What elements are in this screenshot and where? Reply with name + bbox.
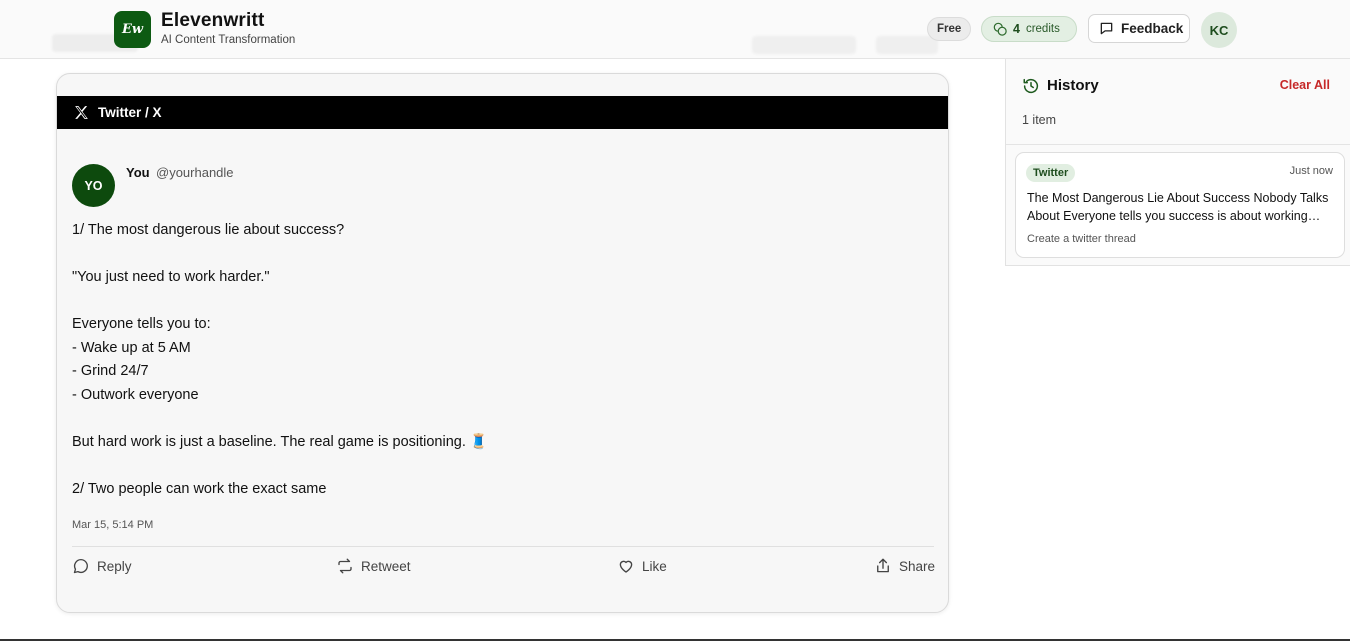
brand-name: Elevenwritt <box>161 10 265 31</box>
retweet-button[interactable]: Retweet <box>336 557 411 575</box>
background-button-placeholder <box>876 36 938 54</box>
history-panel: History Clear All 1 item Twitter Just no… <box>1005 59 1350 266</box>
tweet-author-handle: @yourhandle <box>156 165 234 180</box>
credits-label: credits <box>1025 23 1060 35</box>
tweet-actions: Reply Retweet Like Share <box>72 557 935 579</box>
platform-bar: Twitter / X <box>57 96 948 129</box>
history-item[interactable]: Twitter Just now The Most Dangerous Lie … <box>1015 152 1345 258</box>
share-button[interactable]: Share <box>874 557 935 575</box>
feedback-label: Feedback <box>1121 21 1184 36</box>
app-logo[interactable]: Ew <box>114 11 151 48</box>
message-square-icon <box>1100 22 1113 35</box>
share-icon <box>877 558 889 573</box>
retweet-label: Retweet <box>361 558 411 574</box>
background-button-placeholder <box>752 36 856 54</box>
heart-icon <box>619 560 633 573</box>
share-label: Share <box>899 558 936 574</box>
reply-label: Reply <box>97 558 132 574</box>
history-item-platform-tag: Twitter <box>1026 164 1076 182</box>
tweet-preview-card: Twitter / X YO You @yourhandle 1/ The mo… <box>56 73 949 613</box>
history-title: History <box>1047 77 1099 94</box>
logo-text: Ew <box>121 22 144 37</box>
history-item-text: The Most Dangerous Lie About Success Nob… <box>1027 191 1329 223</box>
feedback-button[interactable]: Feedback <box>1088 14 1190 43</box>
tweet-body: 1/ The most dangerous lie about success?… <box>72 222 488 497</box>
history-count: 1 item <box>1022 113 1057 127</box>
plan-badge: Free <box>927 17 972 41</box>
brand-tagline: AI Content Transformation <box>161 34 296 46</box>
history-icon <box>1023 78 1039 94</box>
tweet-divider <box>72 546 934 547</box>
credits-badge[interactable]: 4 credits <box>981 16 1077 42</box>
history-item-time: Just now <box>1289 165 1333 177</box>
history-item-subtitle: Create a twitter thread <box>1027 233 1136 245</box>
tweet-author-avatar: YO <box>72 164 115 207</box>
credits-count: 4 <box>1013 22 1020 36</box>
like-button[interactable]: Like <box>617 557 667 575</box>
history-divider <box>1006 144 1350 145</box>
platform-label: Twitter / X <box>98 105 162 120</box>
reply-icon <box>73 558 88 574</box>
app-header: Ew Elevenwritt AI Content Transformation… <box>0 0 1350 59</box>
user-avatar[interactable]: KC <box>1201 12 1237 48</box>
x-logo-icon <box>75 106 88 119</box>
reply-button[interactable]: Reply <box>72 557 132 575</box>
coins-icon <box>993 22 1007 36</box>
tweet-author-name: You <box>126 165 150 180</box>
clear-all-button[interactable]: Clear All <box>1280 78 1330 92</box>
tweet-timestamp: Mar 15, 5:14 PM <box>72 519 154 531</box>
like-label: Like <box>642 558 667 574</box>
retweet-icon <box>338 558 352 574</box>
